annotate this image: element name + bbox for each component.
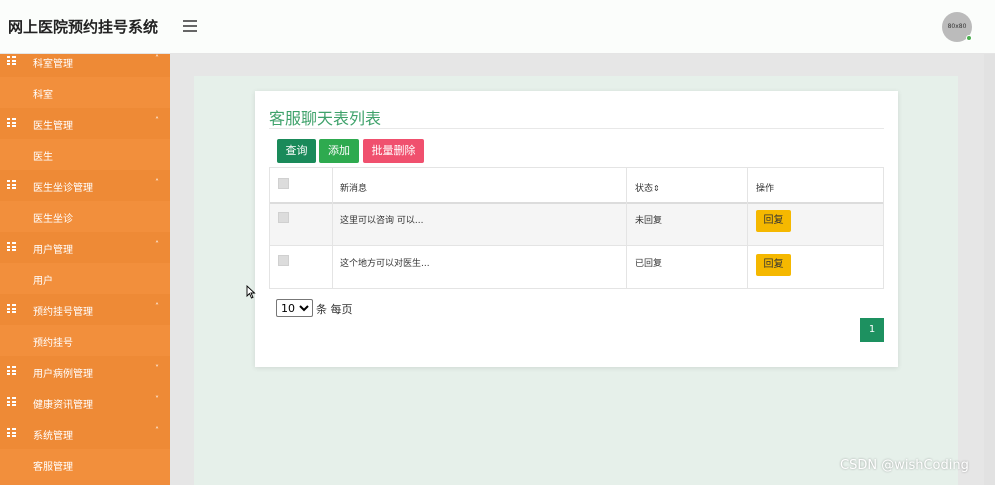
list-card: 客服聊天表列表 查询 添加 批量删除 新消息 状态⇕ 操作 这里可以咨询 可以.…	[255, 91, 898, 367]
sidebar-group-doctor-schedule[interactable]: 医生坐诊管理 ˄	[0, 170, 170, 201]
page-size-suffix: 条 每页	[316, 303, 353, 316]
batch-delete-button[interactable]: 批量删除	[363, 139, 424, 163]
message-cell: 这个地方可以对医生...	[340, 259, 430, 269]
sidebar-item-user[interactable]: 用户	[0, 263, 170, 294]
list-icon	[7, 180, 16, 189]
page-title: 客服聊天表列表	[269, 109, 382, 128]
sidebar-item-label: 用户	[33, 276, 53, 287]
sidebar-group-label: 医生坐诊管理	[33, 183, 93, 194]
sidebar-item-doctor-schedule[interactable]: 医生坐诊	[0, 201, 170, 232]
sidebar-item-department[interactable]: 科室	[0, 77, 170, 108]
sidebar-group-health-news[interactable]: 健康资讯管理 ˅	[0, 387, 170, 418]
sidebar-group-user[interactable]: 用户管理 ˄	[0, 232, 170, 263]
hamburger-menu-icon[interactable]	[183, 20, 197, 32]
sidebar-group-label: 科室管理	[33, 59, 73, 70]
row-checkbox[interactable]	[278, 212, 289, 223]
column-header-status[interactable]: 状态⇕	[635, 181, 660, 194]
sidebar-group-label: 健康资讯管理	[33, 400, 93, 411]
list-icon	[7, 242, 16, 251]
chevron-up-icon: ˄	[155, 240, 159, 249]
list-icon	[7, 304, 16, 313]
sidebar-group-system[interactable]: 系统管理 ˄	[0, 418, 170, 449]
list-icon	[7, 56, 16, 65]
add-button[interactable]: 添加	[319, 139, 359, 163]
sidebar-item-label: 医生坐诊	[33, 214, 73, 225]
scrollbar-track[interactable]	[984, 54, 995, 485]
sidebar: 科室管理 ˄ 科室 医生管理 ˄ 医生 医生坐诊管理 ˄ 医生坐诊 用户管理 ˄…	[0, 54, 170, 485]
page-size-select[interactable]: 10	[276, 299, 313, 317]
sidebar-item-doctor[interactable]: 医生	[0, 139, 170, 170]
chevron-down-icon: ˅	[155, 364, 159, 373]
sidebar-group-label: 用户管理	[33, 245, 73, 256]
sidebar-item-label: 医生	[33, 152, 53, 163]
sidebar-group-label: 系统管理	[33, 431, 73, 442]
sidebar-item-label: 科室	[33, 90, 53, 101]
online-status-dot	[966, 35, 972, 41]
data-table: 新消息 状态⇕ 操作 这里可以咨询 可以... 未回复 回复 这个地方可以对医生…	[269, 167, 884, 289]
message-cell: 这里可以咨询 可以...	[340, 216, 424, 226]
column-header-action: 操作	[756, 184, 775, 194]
sidebar-group-label: 用户病例管理	[33, 369, 93, 380]
chevron-down-icon: ˅	[155, 395, 159, 404]
list-icon	[7, 397, 16, 406]
page-number-button[interactable]: 1	[860, 318, 884, 342]
sidebar-group-label: 预约挂号管理	[33, 307, 93, 318]
select-all-checkbox[interactable]	[278, 178, 289, 189]
status-cell: 未回复	[635, 216, 663, 226]
sidebar-group-appointment[interactable]: 预约挂号管理 ˄	[0, 294, 170, 325]
sidebar-group-department[interactable]: 科室管理 ˄	[0, 54, 170, 77]
sidebar-item-label: 客服管理	[33, 462, 73, 473]
sort-icon: ⇕	[653, 184, 660, 193]
row-checkbox[interactable]	[278, 255, 289, 266]
status-cell: 已回复	[635, 259, 663, 269]
app-title: 网上医院预约挂号系统	[8, 18, 159, 36]
column-header-status-label: 状态	[635, 184, 654, 194]
sidebar-item-appointment[interactable]: 预约挂号	[0, 325, 170, 356]
sidebar-group-label: 医生管理	[33, 121, 73, 132]
list-icon	[7, 118, 16, 127]
reply-button[interactable]: 回复	[756, 254, 791, 276]
sidebar-item-label: 预约挂号	[33, 338, 73, 349]
sidebar-item-customer-service[interactable]: 客服管理	[0, 449, 170, 480]
divider	[269, 128, 884, 129]
reply-button[interactable]: 回复	[756, 210, 791, 232]
watermark: CSDN @wishCoding	[840, 458, 969, 473]
chevron-up-icon: ˄	[155, 54, 159, 63]
top-bar: 网上医院预约挂号系统 80x80	[0, 0, 995, 54]
chevron-up-icon: ˄	[155, 116, 159, 125]
row-divider	[270, 202, 883, 204]
sidebar-group-doctor[interactable]: 医生管理 ˄	[0, 108, 170, 139]
row-divider	[270, 245, 883, 246]
list-icon	[7, 428, 16, 437]
column-header-message: 新消息	[340, 184, 368, 194]
query-button[interactable]: 查询	[277, 139, 316, 163]
column-divider	[747, 168, 748, 288]
chevron-up-icon: ˄	[155, 178, 159, 187]
column-divider	[332, 168, 333, 288]
sidebar-group-medical-records[interactable]: 用户病例管理 ˅	[0, 356, 170, 387]
list-icon	[7, 366, 16, 375]
chevron-up-icon: ˄	[155, 426, 159, 435]
mouse-cursor-icon	[246, 285, 256, 299]
chevron-up-icon: ˄	[155, 302, 159, 311]
column-divider	[626, 168, 627, 288]
